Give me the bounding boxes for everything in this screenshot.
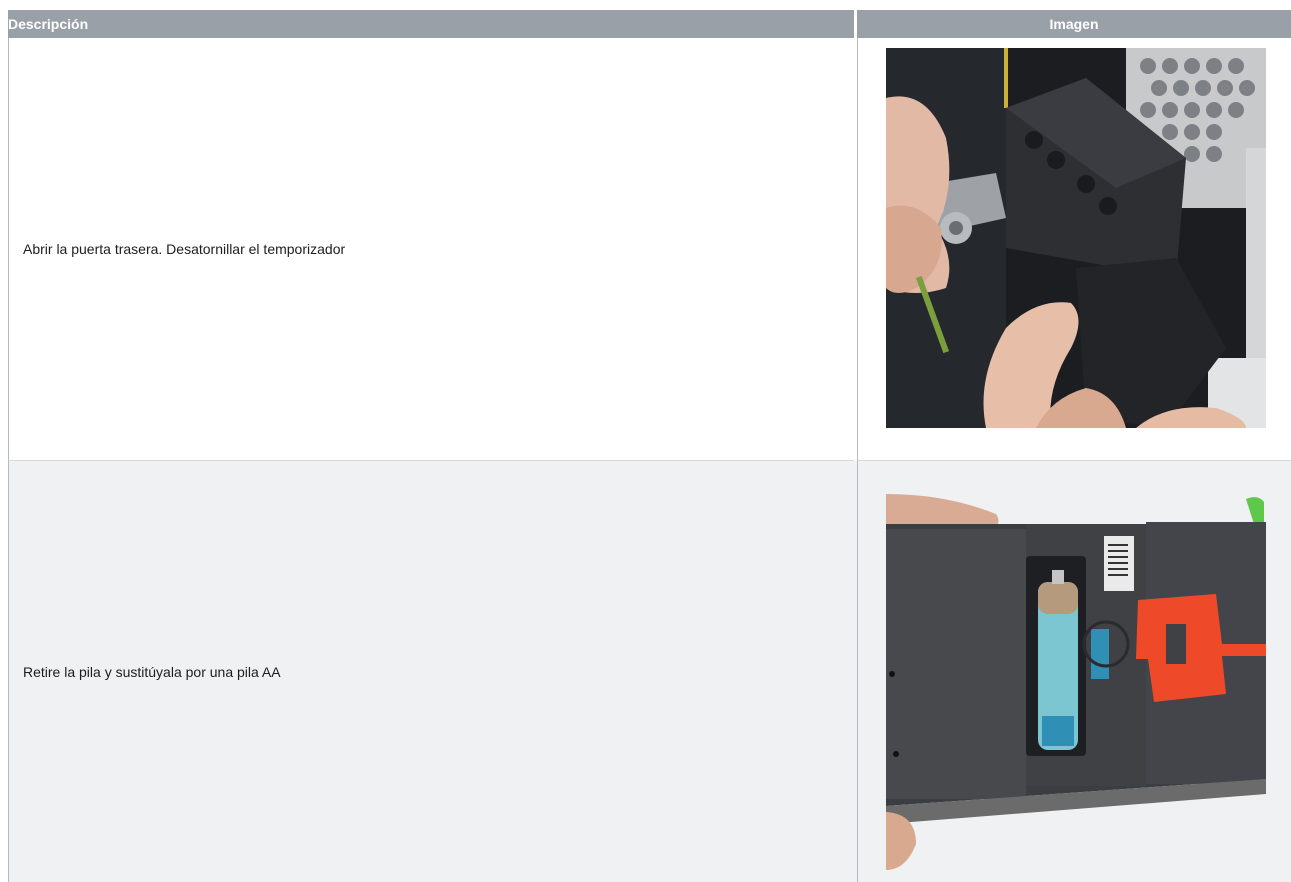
- description-cell: Abrir la puerta trasera. Desatornillar e…: [8, 38, 854, 461]
- header-image: Imagen: [857, 10, 1291, 38]
- header-description: Descripción: [8, 10, 854, 38]
- description-cell: Retire la pila y sustitúyala por una pil…: [8, 461, 854, 882]
- instruction-table: Descripción Imagen Abrir la puerta trase…: [8, 10, 1291, 882]
- table-row: Retire la pila y sustitúyala por una pil…: [8, 461, 1291, 882]
- row-description-text: Retire la pila y sustitúyala por una pil…: [23, 663, 281, 680]
- header-image-label: Imagen: [1049, 16, 1099, 32]
- row-description-text: Abrir la puerta trasera. Desatornillar e…: [23, 241, 346, 257]
- table-row: Abrir la puerta trasera. Desatornillar e…: [8, 38, 1291, 461]
- header-description-label: Descripción: [8, 16, 89, 32]
- image-cell: [857, 38, 1291, 461]
- timer-removal-photo: [886, 48, 1266, 428]
- image-cell: [857, 461, 1291, 882]
- battery-replacement-photo: [886, 494, 1266, 870]
